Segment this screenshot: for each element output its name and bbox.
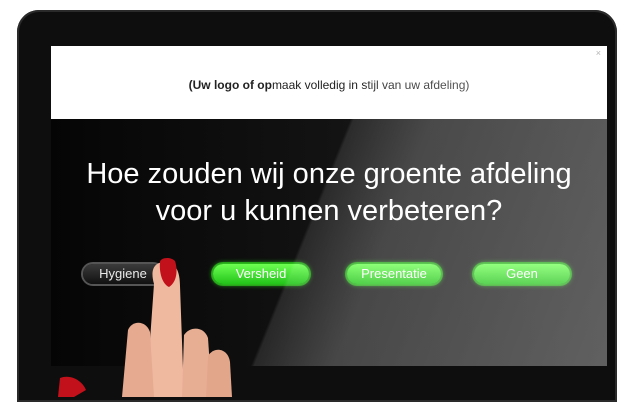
close-icon[interactable]: × — [596, 48, 601, 58]
question-line-1: Hoe zouden wij onze groente afdeling — [86, 158, 572, 190]
logo-placeholder-text: (Uw logo of opmaak volledig in stijl van… — [188, 78, 470, 92]
kiosk-screen: × (Uw logo of opmaak volledig in stijl v… — [51, 46, 607, 366]
answer-versheid-button[interactable]: Versheid — [213, 264, 309, 284]
answer-options: Hygiene Versheid Presentatie Geen — [51, 264, 607, 288]
answer-presentatie-button[interactable]: Presentatie — [347, 264, 441, 284]
question-line-2: voor u kunnen verbeteren? — [155, 195, 503, 227]
answer-geen-button[interactable]: Geen — [474, 264, 570, 284]
logo-banner: × (Uw logo of opmaak volledig in stijl v… — [51, 46, 607, 119]
answer-hygiene-button[interactable]: Hygiene — [83, 264, 163, 284]
survey-question: Hoe zouden wij onze groente afdeling voo… — [51, 156, 607, 230]
